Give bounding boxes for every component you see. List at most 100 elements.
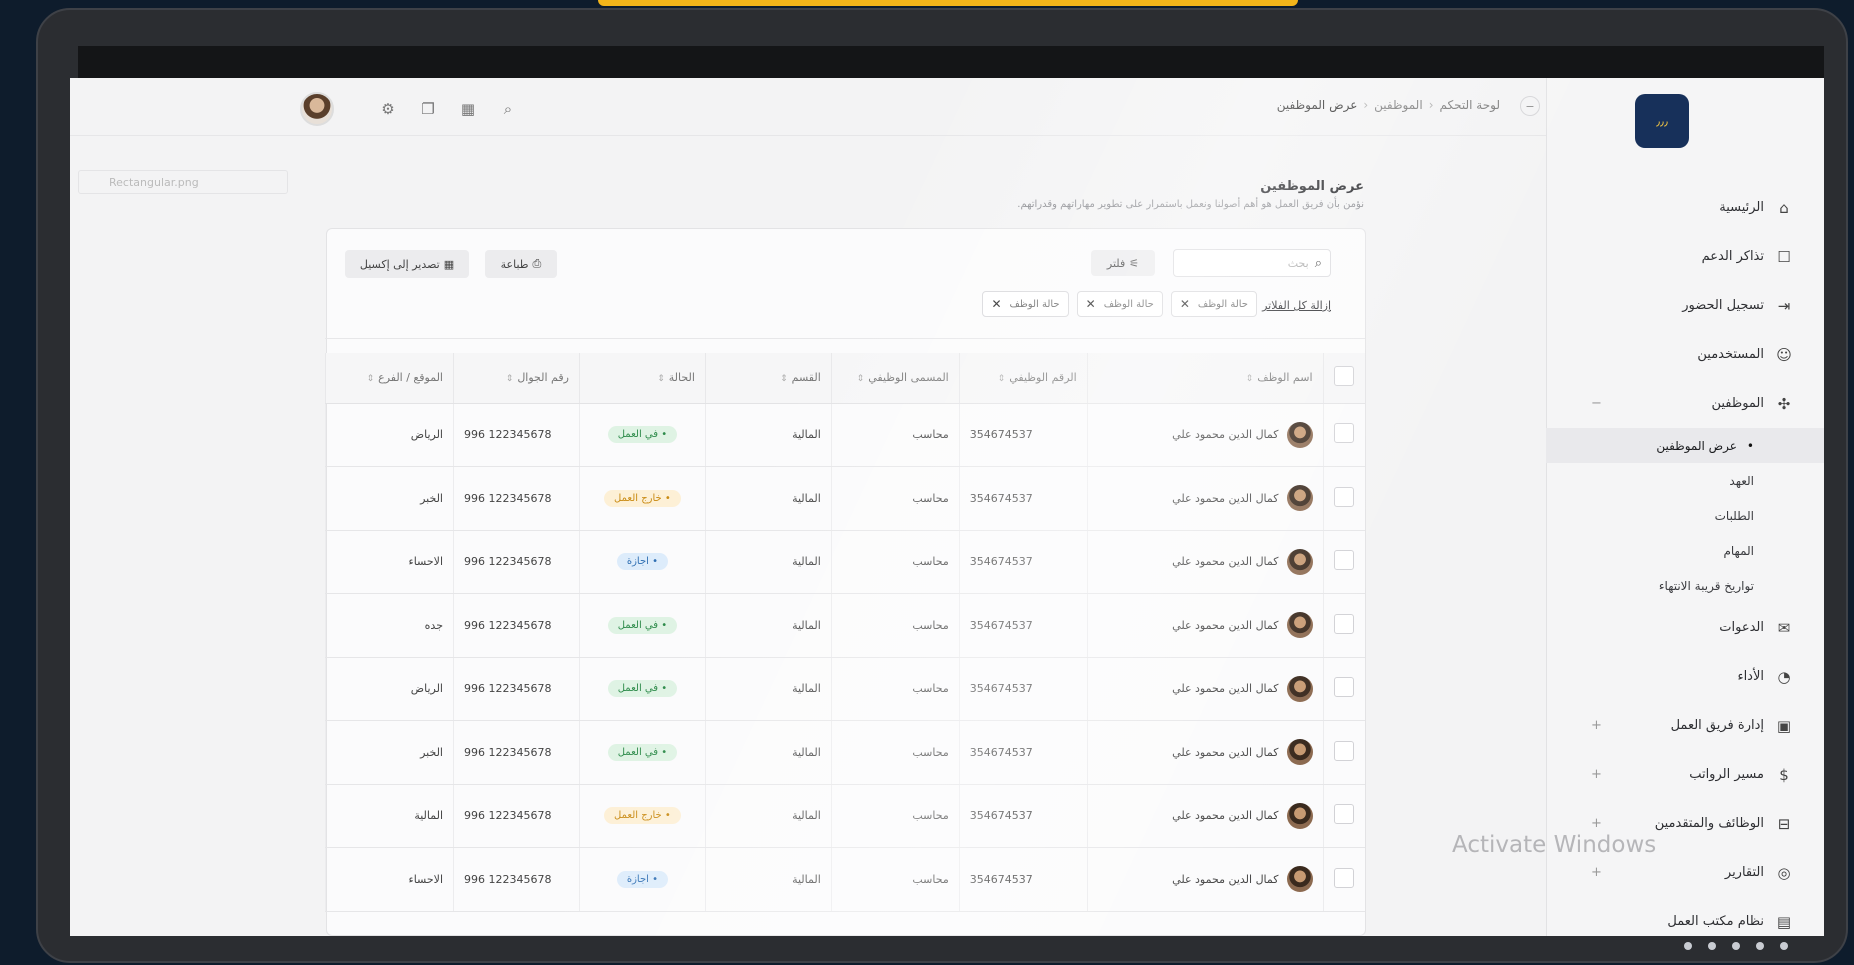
copy-icon[interactable]: ❐ — [414, 95, 442, 123]
page-title: عرض الموظفين — [1260, 179, 1364, 194]
filter-chip[interactable]: حالة الوظف ✕ — [982, 291, 1069, 317]
sidebar-item-label: الدعوات — [1719, 620, 1764, 635]
expand-icon[interactable]: + — [1591, 816, 1602, 831]
column-header[interactable]: الرقم الوظيفي⇕ — [958, 353, 1088, 404]
sidebar-item[interactable]: ▤ نظام مكتب العمل — [1546, 897, 1824, 936]
expand-icon[interactable]: + — [1591, 865, 1602, 880]
job-title-cell: محاسب — [830, 847, 960, 912]
pager-dot[interactable] — [1708, 942, 1716, 950]
row-checkbox[interactable] — [1334, 677, 1355, 698]
sidebar-item[interactable]: ✣ الموظفين − — [1546, 379, 1824, 428]
expand-icon[interactable]: + — [1591, 767, 1602, 782]
table-row[interactable]: كمال الدين محمود علي 354674537 محاسب المالي… — [325, 530, 1365, 594]
table-row[interactable]: كمال الدين محمود علي 354674537 محاسب المالي… — [325, 784, 1365, 848]
team-manage-icon: ▣ — [1776, 716, 1792, 735]
sidebar-subitem[interactable]: عرض الموظفين — [1546, 428, 1824, 463]
breadcrumb-item[interactable]: لوحة التحكم — [1440, 98, 1501, 112]
reports-icon: ◎ — [1777, 863, 1791, 882]
employee-name[interactable]: كمال الدين محمود علي — [1172, 746, 1278, 759]
pager-dot[interactable] — [1756, 942, 1764, 950]
table-row[interactable]: كمال الدين محمود علي 354674537 محاسب المالي… — [325, 593, 1365, 658]
excel-icon: ▦ — [443, 257, 455, 271]
row-select-cell — [1322, 593, 1365, 658]
row-checkbox[interactable] — [1334, 740, 1355, 761]
pager-dot[interactable] — [1780, 942, 1788, 950]
row-checkbox[interactable] — [1334, 804, 1355, 825]
filter-chip[interactable]: حالة الوظف ✕ — [1076, 291, 1163, 317]
sidebar-item[interactable]: ◔ الأداء — [1546, 652, 1824, 701]
department-cell: المالية — [704, 720, 832, 785]
pager-dot[interactable] — [1732, 942, 1740, 950]
clear-filters-link[interactable]: إزالة كل الفلاتر — [1262, 299, 1331, 312]
column-header[interactable]: القسم⇕ — [704, 353, 832, 404]
table-toolbar: ⌕ بحث ⚟ فلتر إزالة كل الفلاتر حالة الوظف… — [325, 229, 1365, 339]
export-excel-button[interactable]: ▦ تصدير إلى إكسيل — [345, 250, 469, 278]
app-logo[interactable]: ٫٫٫ — [1635, 94, 1689, 148]
employee-name[interactable]: كمال الدين محمود علي — [1172, 619, 1278, 632]
pager-dots — [1684, 942, 1804, 950]
expand-icon[interactable]: + — [1591, 718, 1602, 733]
breadcrumb-current: عرض الموظفين — [1276, 98, 1358, 112]
employee-name[interactable]: كمال الدين محمود علي — [1172, 555, 1278, 568]
table-row[interactable]: كمال الدين محمود علي 354674537 محاسب المالي… — [325, 657, 1365, 721]
row-checkbox[interactable] — [1334, 867, 1355, 888]
filter-button[interactable]: ⚟ فلتر — [1091, 250, 1155, 276]
sidebar-item[interactable]: ☐ تذاكر الدعم — [1546, 232, 1824, 281]
job-title-cell: محاسب — [830, 657, 960, 721]
sidebar-item[interactable]: ▣ إدارة فريق العمل + — [1546, 701, 1824, 750]
status-cell: • خارج العمل — [578, 466, 706, 531]
calendar-icon[interactable]: ▦ — [454, 95, 482, 123]
column-header[interactable]: الحالة⇕ — [578, 353, 706, 404]
sidebar-item[interactable]: $ مسير الرواتب + — [1546, 750, 1824, 799]
department-cell: المالية — [704, 466, 832, 531]
close-icon[interactable]: ✕ — [991, 297, 1001, 311]
column-header[interactable]: رقم الجوال⇕ — [453, 353, 580, 404]
search-input[interactable]: ⌕ بحث — [1173, 249, 1331, 277]
filter-chips: حالة الوظف ✕ حالة الوظف ✕ حالة الوظف ✕ — [974, 291, 1257, 317]
phone-cell: 996 122345678 — [453, 720, 580, 785]
table-row[interactable]: كمال الدين محمود علي 354674537 محاسب المالي… — [325, 466, 1365, 531]
breadcrumb-item[interactable]: الموظفين — [1374, 98, 1423, 112]
employee-name[interactable]: كمال الدين محمود علي — [1172, 809, 1278, 822]
close-icon[interactable]: ✕ — [1180, 297, 1190, 311]
app-screen: ٫٫٫ ⌂ الرئيسية ☐ تذاكر الدعم ⇥ تسجيل الحضور ☺ ا… — [70, 78, 1824, 936]
employee-name[interactable]: كمال الدين محمود علي — [1172, 428, 1278, 441]
user-avatar[interactable] — [300, 92, 334, 126]
employee-id-cell: 354674537 — [958, 847, 1088, 912]
collapse-icon[interactable]: − — [1591, 396, 1602, 411]
sidebar-item[interactable]: ⇥ تسجيل الحضور — [1546, 281, 1824, 330]
row-checkbox[interactable] — [1334, 486, 1355, 507]
settings-icon[interactable]: ⚙ — [374, 95, 402, 123]
sidebar-subitem[interactable]: تواريخ قريبة الانتهاء — [1546, 568, 1754, 603]
row-checkbox[interactable] — [1334, 613, 1355, 634]
table-row[interactable]: كمال الدين محمود علي 354674537 محاسب المالي… — [325, 847, 1365, 912]
employee-name[interactable]: كمال الدين محمود علي — [1172, 873, 1278, 886]
close-icon[interactable]: ✕ — [1086, 297, 1096, 311]
phone-cell: 996 122345678 — [453, 784, 580, 848]
column-header[interactable]: الموقع / الفرع⇕ — [325, 353, 454, 404]
sidebar-item[interactable]: ⌂ الرئيسية — [1546, 183, 1824, 232]
column-header[interactable]: اسم الوظف⇕ — [1086, 353, 1324, 404]
header-actions: ⚙ ❐ ▦ ⌕ — [300, 92, 534, 126]
pager-dot[interactable] — [1684, 942, 1692, 950]
row-checkbox[interactable] — [1334, 550, 1355, 571]
sidebar-item[interactable]: ☺ المستخدمين — [1546, 330, 1824, 379]
employee-name-cell: كمال الدين محمود علي — [1086, 784, 1324, 848]
sidebar-subitem[interactable]: المهام — [1546, 533, 1754, 568]
table-row[interactable]: كمال الدين محمود علي 354674537 محاسب المالي… — [325, 403, 1365, 467]
employee-name[interactable]: كمال الدين محمود علي — [1172, 682, 1278, 695]
sidebar-item[interactable]: ✉ الدعوات — [1546, 603, 1824, 652]
row-checkbox[interactable] — [1334, 423, 1355, 444]
sidebar-subitem[interactable]: الطلبات — [1546, 498, 1754, 533]
employee-name[interactable]: كمال الدين محمود علي — [1172, 492, 1278, 505]
print-button[interactable]: ⎙ طباعة — [485, 250, 557, 278]
select-all-checkbox[interactable] — [1334, 366, 1355, 387]
search-icon[interactable]: ⌕ — [494, 95, 522, 123]
column-header[interactable]: المسمى الوظيفي⇕ — [830, 353, 960, 404]
sidebar-item-label: الموظفين — [1711, 396, 1764, 411]
collapse-sidebar-button[interactable]: − — [1520, 96, 1540, 116]
sidebar-subitem[interactable]: العهد — [1546, 463, 1754, 498]
job-title-cell: محاسب — [830, 720, 960, 785]
filter-chip[interactable]: حالة الوظف ✕ — [1170, 291, 1257, 317]
table-row[interactable]: كمال الدين محمود علي 354674537 محاسب المالي… — [325, 720, 1365, 785]
